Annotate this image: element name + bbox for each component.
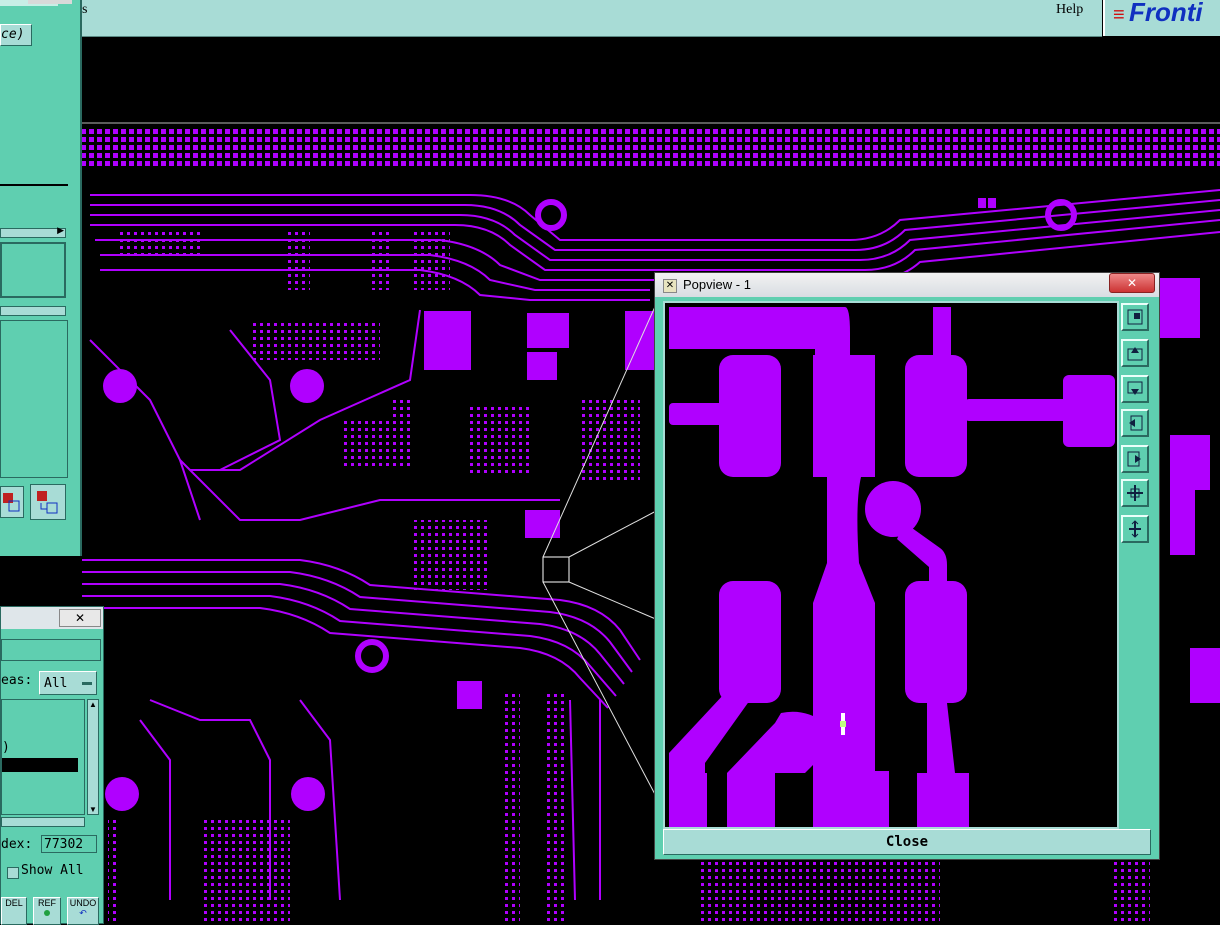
undo-label: UNDO [69, 898, 97, 908]
dropdown-icon [82, 682, 92, 685]
scroll-up-icon[interactable]: ▲ [89, 700, 97, 709]
left-panel-bottom: ✕ eas: All ) ▲ ▼ dex: 77302 Show All DEL… [0, 606, 104, 925]
del-button[interactable]: DEL [1, 897, 27, 925]
scroll-down-icon[interactable]: ▼ [89, 805, 97, 814]
list-box[interactable] [0, 242, 66, 298]
popview-titlebar[interactable]: ✕ Popview - 1 ✕ [655, 273, 1159, 297]
close-icon[interactable]: ✕ [1127, 276, 1137, 290]
content-area [0, 320, 68, 478]
pan-down-button[interactable] [1121, 375, 1149, 403]
window-icon: ✕ [663, 279, 677, 293]
field-fragment-text: ce) [1, 27, 25, 42]
help-menu[interactable]: Help [1056, 2, 1083, 18]
field-fragment-box[interactable]: ce) [0, 24, 32, 46]
close-icon[interactable]: ✕ [75, 611, 85, 625]
zoom-out-button[interactable] [1121, 515, 1149, 543]
index-input[interactable]: 77302 [41, 835, 97, 853]
popview-close-bottom-button[interactable]: Close [663, 829, 1151, 855]
zoom-out-icon [1129, 520, 1141, 538]
popview-toolbar [1119, 301, 1153, 825]
show-all-checkbox[interactable] [7, 867, 19, 879]
pan-left-icon [1129, 415, 1143, 431]
panel-close-button[interactable] [28, 0, 72, 4]
areas-select[interactable]: All [39, 671, 97, 695]
pan-down-icon [1127, 381, 1143, 395]
ref-dot-icon [44, 910, 50, 916]
left-panel-top: ce) ▶ [0, 0, 82, 556]
ref-label: REF [38, 898, 56, 908]
undo-arrow-icon: ↶ [79, 908, 87, 918]
zoom-view[interactable] [663, 301, 1119, 829]
brand-logo: ≡ Fronti [1103, 0, 1220, 36]
show-all-label: Show All [21, 863, 84, 878]
undo-button[interactable]: UNDO ↶ [67, 897, 99, 925]
brand-text: Fronti [1129, 0, 1203, 27]
layer-swap-icon [3, 493, 20, 512]
pan-left-button[interactable] [1121, 409, 1149, 437]
pan-right-icon [1127, 451, 1141, 467]
index-value: 77302 [44, 837, 84, 852]
list-selected-row[interactable] [2, 758, 78, 772]
list-fragment: ) [2, 740, 10, 755]
index-label: dex: [1, 837, 33, 852]
pan-up-icon [1127, 347, 1143, 361]
pan-right-button[interactable] [1121, 445, 1149, 473]
h-scrollbar-bottom[interactable] [1, 817, 85, 827]
tool-button-1[interactable] [0, 486, 24, 518]
titlebar: ✕ [1, 607, 103, 629]
popview-close-button[interactable]: ✕ [1109, 273, 1155, 293]
layer-move-icon [37, 491, 58, 514]
scroll-right-icon[interactable]: ▶ [57, 225, 64, 236]
close-label: Close [885, 834, 929, 850]
menu-bar: s Help [82, 0, 1102, 37]
v-scrollbar[interactable]: ▲ ▼ [87, 699, 99, 815]
zoom-in-button[interactable] [1121, 479, 1149, 507]
del-label: DEL [5, 898, 23, 908]
h-scrollbar-2[interactable] [0, 306, 66, 316]
h-scrollbar[interactable]: ▶ [0, 225, 66, 238]
brand-mark-icon: ≡ [1113, 4, 1125, 26]
popview-title: Popview - 1 [683, 277, 751, 292]
menu-fragment[interactable]: s [82, 2, 87, 18]
ref-button[interactable]: REF [33, 897, 61, 925]
popview-window: ✕ Popview - 1 ✕ Close [654, 272, 1160, 860]
tool-button-2[interactable] [30, 484, 66, 520]
header-box [1, 639, 101, 661]
pan-up-button[interactable] [1121, 339, 1149, 367]
areas-value: All [44, 676, 68, 691]
close-button[interactable]: ✕ [59, 609, 101, 627]
list-area[interactable]: ) [1, 699, 85, 815]
zoom-in-icon [1127, 485, 1143, 501]
panel-divider [0, 184, 68, 186]
zoom-fit-icon [1127, 309, 1143, 325]
zoom-fit-button[interactable] [1121, 303, 1149, 331]
areas-label: eas: [1, 673, 33, 688]
